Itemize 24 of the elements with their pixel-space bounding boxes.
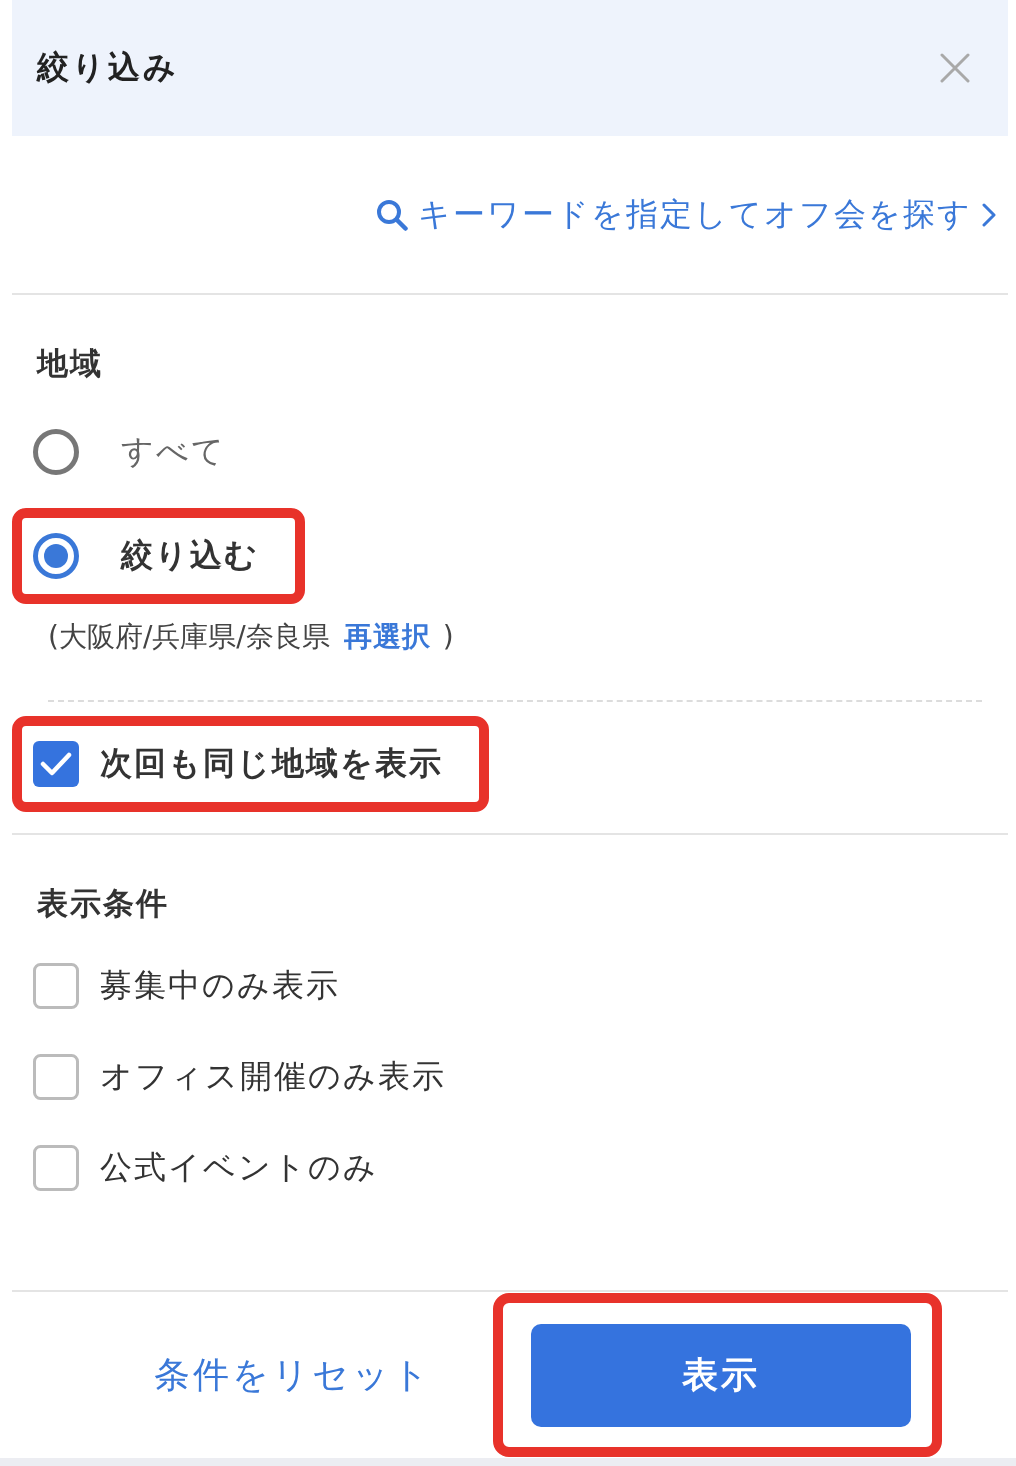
selected-regions-text: (大阪府/兵庫県/奈良県 再選択 ) (48, 619, 454, 655)
radio-icon[interactable] (33, 429, 79, 475)
checkbox-icon[interactable] (33, 1144, 79, 1191)
checkbox-option[interactable]: オフィス開催のみ表示 (33, 1053, 446, 1100)
show-results-button[interactable]: 表示 (531, 1324, 911, 1427)
checkbox-option[interactable]: 次回も同じ地域を表示 (33, 741, 443, 787)
radio-option[interactable]: すべて (33, 429, 226, 475)
checkbox-checked-icon[interactable] (33, 741, 79, 787)
checkbox-option[interactable]: 募集中のみ表示 (33, 962, 340, 1009)
reselect-link[interactable]: 再選択 (343, 620, 431, 653)
section-heading: 地域 (37, 344, 103, 383)
search-icon (376, 198, 408, 231)
section-heading: 表示条件 (37, 884, 169, 923)
radio-option[interactable]: 絞り込む (33, 533, 259, 579)
checkbox-icon[interactable] (33, 962, 79, 1009)
radio-selected-icon[interactable] (33, 533, 79, 579)
dialog-title: 絞り込み (37, 47, 179, 88)
checkbox-option[interactable]: 公式イベントのみ (33, 1144, 378, 1191)
checkbox-icon[interactable] (33, 1053, 79, 1100)
close-button[interactable] (938, 51, 972, 85)
keyword-search-link[interactable]: キーワードを指定してオフ会を探す (376, 192, 996, 237)
reset-link[interactable]: 条件をリセット (153, 1350, 432, 1400)
chevron-right-icon (982, 202, 996, 227)
close-icon (940, 53, 970, 83)
